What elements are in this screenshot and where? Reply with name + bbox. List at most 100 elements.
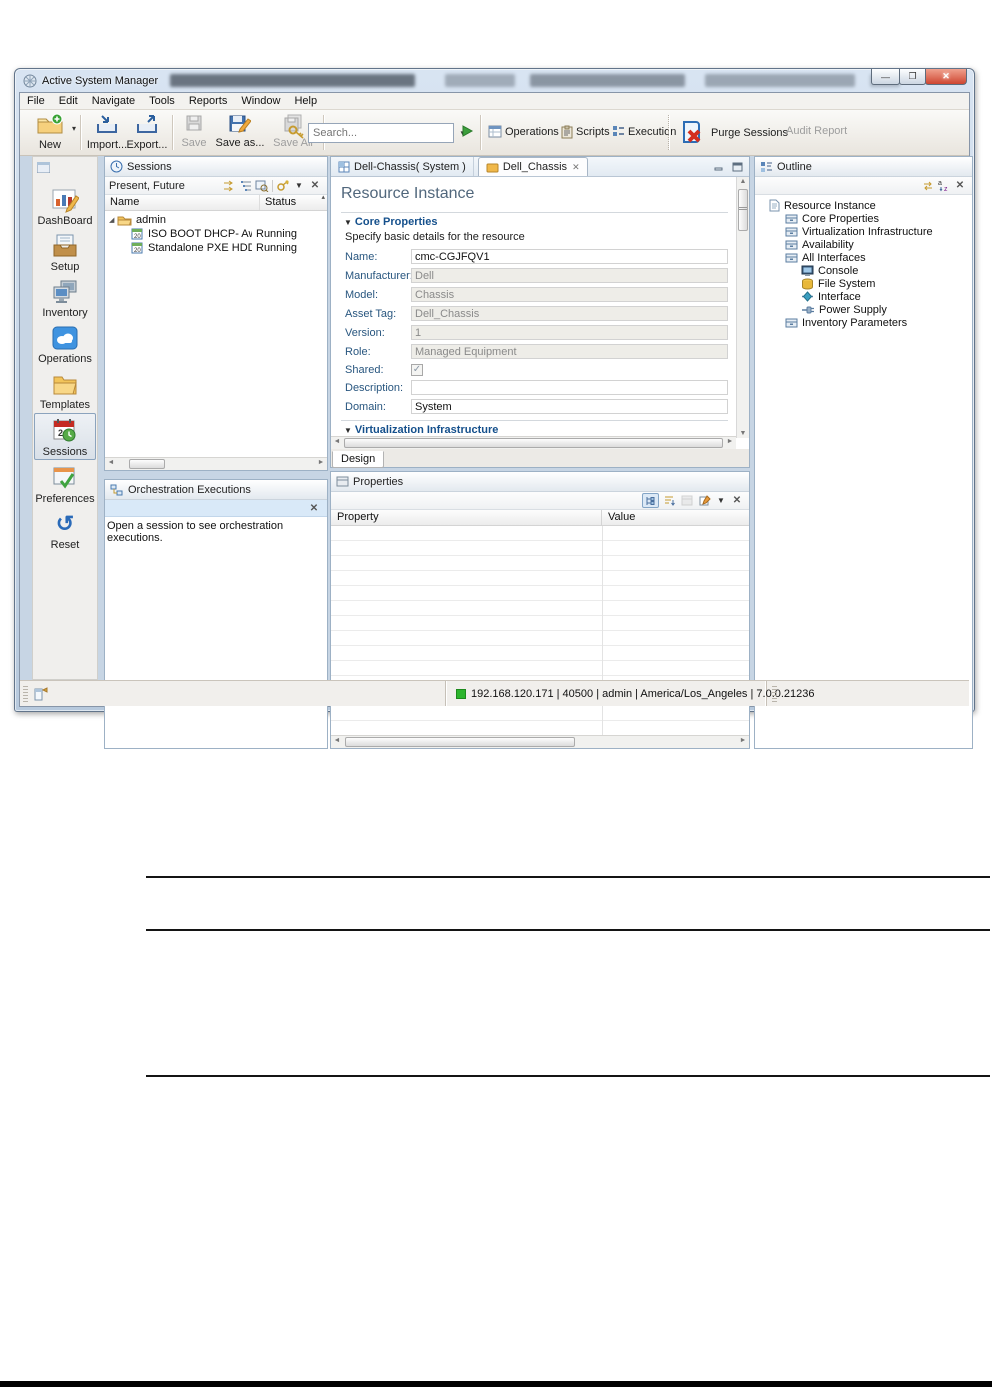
sidebar-item-inventory[interactable]: Inventory (34, 275, 96, 320)
outline-item[interactable]: Power Supply (755, 303, 972, 316)
core-properties-header[interactable]: ▼ Core Properties (341, 216, 728, 228)
show-categories-icon[interactable] (678, 493, 695, 508)
menu-tools[interactable]: Tools (142, 95, 182, 107)
menu-window[interactable]: Window (234, 95, 287, 107)
save-as-button[interactable]: Save as... (213, 113, 267, 149)
new-property-icon[interactable] (696, 493, 713, 508)
session-group-row[interactable]: ◢ admin (105, 213, 327, 227)
sessions-panel-header[interactable]: Sessions (105, 157, 327, 177)
name-field[interactable] (411, 249, 728, 264)
sidebar-item-templates[interactable]: Templates (34, 367, 96, 412)
orchestration-panel-title: Orchestration Executions (128, 483, 251, 496)
menu-navigate[interactable]: Navigate (85, 95, 142, 107)
sidebar-restore-icon[interactable] (33, 157, 97, 182)
link-with-editor-icon[interactable] (920, 179, 936, 193)
tree-mode-icon[interactable] (238, 179, 254, 193)
sidebar-label: Operations (38, 353, 92, 365)
operations-button[interactable]: Operations (488, 125, 559, 138)
search-input[interactable] (309, 127, 459, 139)
outline-panel-header[interactable]: Outline (755, 157, 972, 177)
outline-item[interactable]: All Interfaces (755, 251, 972, 264)
sort-alpha-icon[interactable]: az (936, 179, 952, 193)
column-property[interactable]: Property (331, 510, 602, 525)
sessions-close-icon[interactable]: ✕ (307, 179, 323, 193)
session-row[interactable]: 20 ISO BOOT DHCP- Awadhesh Running (105, 227, 327, 241)
new-dropdown-arrow[interactable]: ▾ (72, 124, 76, 133)
properties-menu-arrow[interactable]: ▼ (713, 494, 729, 508)
sidebar-item-setup[interactable]: Setup (34, 229, 96, 274)
session-preview-icon[interactable] (254, 179, 270, 193)
outline-item[interactable]: Resource Instance (755, 199, 972, 212)
editor-vertical-scrollbar[interactable]: ▲ ▼ (736, 177, 749, 438)
menu-file[interactable]: File (20, 95, 52, 107)
session-row[interactable]: 20 Standalone PXE HDD DHCP Running (105, 241, 327, 255)
execution-button[interactable]: Execution (612, 125, 676, 138)
outline-item[interactable]: Availability (755, 238, 972, 251)
focus-session-icon[interactable] (222, 179, 238, 193)
menu-reports[interactable]: Reports (182, 95, 235, 107)
form-heading: Resource Instance (341, 185, 475, 202)
orchestration-close-icon[interactable]: ✕ (306, 501, 322, 515)
restore-view-icon[interactable] (33, 686, 50, 704)
maximize-button[interactable]: ❐ (899, 69, 926, 85)
sidebar-label: Reset (50, 539, 80, 551)
sort-properties-icon[interactable] (660, 493, 677, 508)
column-status[interactable]: Status ▴ (260, 194, 327, 210)
sessions-toolbar: Present, Future ▼ ✕ (105, 177, 327, 195)
scripts-button[interactable]: Scripts (561, 125, 610, 139)
description-field[interactable] (411, 380, 728, 395)
column-value[interactable]: Value (602, 510, 749, 525)
minimize-button[interactable]: — (871, 69, 900, 85)
outline-item[interactable]: Core Properties (755, 212, 972, 225)
sidebar-item-operations[interactable]: Operations (34, 321, 96, 366)
properties-toolbar: ▼ ✕ (331, 492, 749, 510)
sidebar-item-reset[interactable]: ↺ Reset (34, 507, 96, 552)
session-icon: 20 (131, 242, 144, 254)
properties-close-icon[interactable]: ✕ (729, 494, 745, 508)
sessions-menu-arrow[interactable]: ▼ (291, 179, 307, 193)
outline-item[interactable]: Console (755, 264, 972, 277)
editor-horizontal-scrollbar[interactable]: ◄ ► (331, 436, 736, 449)
new-session-key-icon[interactable] (275, 179, 291, 193)
editor-tab-dell-chassis[interactable]: Dell_Chassis ✕ (477, 157, 588, 176)
close-button[interactable]: ✕ (925, 69, 967, 85)
titlebar[interactable]: Active System Manager — ❐ ✕ (15, 69, 974, 92)
domain-field[interactable] (411, 399, 728, 414)
sidebar-label: DashBoard (37, 215, 93, 227)
new-button[interactable]: New (28, 113, 72, 151)
sidebar-item-dashboard[interactable]: DashBoard (34, 183, 96, 228)
menu-edit[interactable]: Edit (52, 95, 85, 107)
tab-close-icon[interactable]: ✕ (572, 162, 580, 173)
column-name[interactable]: Name (105, 195, 260, 210)
design-tab[interactable]: Design (332, 451, 385, 468)
sidebar-item-sessions[interactable]: 2 Sessions (34, 413, 96, 460)
outline-item[interactable]: File System (755, 277, 972, 290)
outline-close-icon[interactable]: ✕ (952, 179, 968, 193)
outline-item[interactable]: Inventory Parameters (755, 316, 972, 329)
properties-panel-header[interactable]: Properties (331, 472, 749, 492)
virtualization-header[interactable]: ▼ Virtualization Infrastructure (341, 424, 728, 436)
show-tree-icon[interactable] (642, 493, 659, 508)
drawer-icon (785, 252, 798, 263)
export-button[interactable]: Export... (124, 113, 170, 151)
outline-item[interactable]: Interface (755, 290, 972, 303)
sessions-horizontal-scrollbar[interactable]: ◄ ► (105, 457, 327, 470)
editor-tab-dell-chassis-system[interactable]: Dell-Chassis( System ) (331, 157, 474, 176)
menu-help[interactable]: Help (287, 95, 324, 107)
orchestration-panel-header[interactable]: Orchestration Executions (105, 480, 327, 500)
collapse-triangle-icon[interactable]: ▼ (344, 426, 352, 435)
sidebar-item-preferences[interactable]: Preferences (34, 461, 96, 506)
expand-arrow-icon[interactable]: ◢ (109, 216, 117, 224)
session-icon: 20 (131, 228, 144, 240)
sidebar-label: Sessions (42, 446, 88, 458)
purge-sessions-button[interactable]: Purge Sessions (678, 118, 788, 148)
editor-minimize-icon[interactable] (712, 161, 727, 173)
outline-tree: Resource Instance Core Properties Virtua… (755, 195, 972, 329)
editor-maximize-icon[interactable] (730, 161, 745, 173)
execution-label: Execution (628, 125, 677, 138)
search-run-icon[interactable] (460, 124, 474, 143)
svg-text:a: a (938, 180, 942, 187)
outline-item[interactable]: Virtualization Infrastructure (755, 225, 972, 238)
collapse-triangle-icon[interactable]: ▼ (344, 218, 352, 227)
properties-horizontal-scrollbar[interactable]: ◄ ► (331, 735, 749, 748)
